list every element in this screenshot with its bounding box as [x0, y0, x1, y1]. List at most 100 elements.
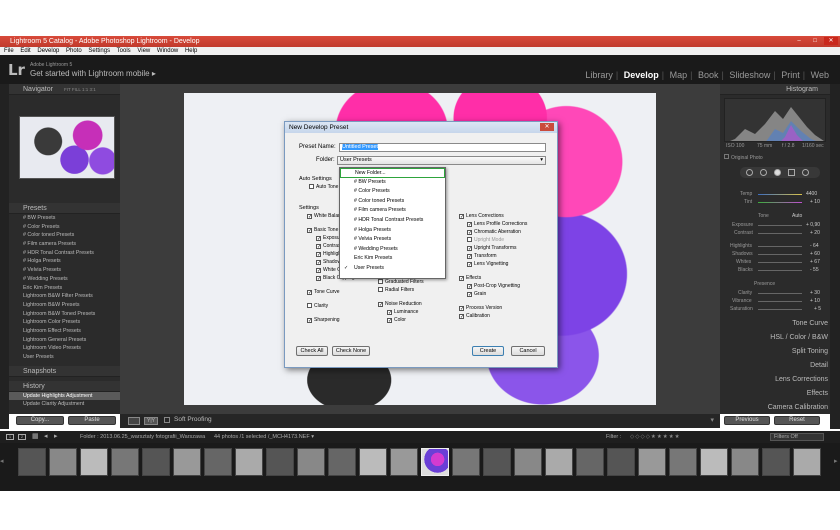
contrast-value[interactable]: + 20 — [810, 230, 820, 236]
highlights-value[interactable]: - 64 — [810, 243, 819, 249]
module-slideshow[interactable]: Slideshow — [729, 70, 770, 80]
upright-transforms-checkbox[interactable]: ✓ Upright Transforms — [467, 245, 517, 252]
filmstrip-thumbnail[interactable] — [49, 448, 77, 476]
histogram-header[interactable]: Histogram — [720, 84, 830, 95]
split-toning-section[interactable]: Split Toning — [792, 348, 828, 355]
loupe-view-icon[interactable] — [128, 417, 140, 425]
screen-2-icon[interactable]: 2 — [18, 434, 26, 440]
check-none-button[interactable]: Check None — [332, 346, 370, 356]
grain-checkbox[interactable]: ✓ Grain — [467, 291, 486, 298]
create-button[interactable]: Create — [472, 346, 504, 356]
dropdown-item[interactable]: # Film camera Presets — [340, 206, 445, 216]
filmstrip-thumbnail[interactable] — [111, 448, 139, 476]
filmstrip-thumbnail[interactable] — [297, 448, 325, 476]
menu-edit[interactable]: Edit — [20, 48, 30, 54]
post-crop-vignetting-checkbox[interactable]: ✓ Post-Crop Vignetting — [467, 283, 520, 290]
preset-item[interactable]: # Velvia Presets — [9, 266, 120, 275]
history-item[interactable]: Update Clarity Adjustment — [9, 400, 120, 409]
basic-tone-checkbox[interactable]: ✓ Basic Tone — [307, 227, 338, 234]
hsl-section[interactable]: HSL / Color / B&W — [770, 334, 828, 341]
lens-profile-checkbox[interactable]: ✓ Lens Profile Corrections — [467, 221, 527, 228]
filmstrip-thumbnail[interactable] — [793, 448, 821, 476]
blacks-value[interactable]: - 55 — [810, 267, 819, 273]
dropdown-item[interactable]: # Color toned Presets — [340, 197, 445, 207]
preset-item[interactable]: Lightroom B&W Presets — [9, 301, 120, 310]
preset-item[interactable]: Lightroom Video Presets — [9, 344, 120, 353]
shadows-value[interactable]: + 60 — [810, 251, 820, 257]
preset-item[interactable]: Lightroom Effect Presets — [9, 327, 120, 336]
preset-item[interactable]: Eric Kim Presets — [9, 284, 120, 293]
preset-item[interactable]: # Holga Presets — [9, 257, 120, 266]
filmstrip-thumbnail[interactable] — [266, 448, 294, 476]
upright-mode-checkbox[interactable]: Upright Mode — [467, 237, 504, 244]
graduated-filters-checkbox[interactable]: Graduated Filters — [378, 279, 424, 286]
preset-item[interactable]: User Presets — [9, 353, 120, 362]
soft-proofing-checkbox[interactable] — [164, 417, 170, 423]
reset-button[interactable]: Reset — [774, 416, 820, 425]
filmstrip-thumbnail[interactable] — [514, 448, 542, 476]
menu-view[interactable]: View — [137, 48, 150, 54]
graduated-filter-icon[interactable] — [788, 169, 795, 176]
dropdown-item[interactable]: # Holga Presets — [340, 226, 445, 236]
blacks-slider[interactable] — [758, 270, 802, 271]
preset-item[interactable]: Lightroom B&W Filter Presets — [9, 292, 120, 301]
module-book[interactable]: Book — [698, 70, 719, 80]
preset-item[interactable]: Lightroom General Presets — [9, 336, 120, 345]
copy-button[interactable]: Copy... — [16, 416, 64, 425]
chromatic-aberration-checkbox[interactable]: ✓ Chromatic Aberration — [467, 229, 521, 236]
forward-arrow-icon[interactable]: ▸ — [54, 431, 58, 443]
filmstrip-folder[interactable]: Folder : 2013.06.25_warsztaty fotografii… — [80, 431, 205, 443]
sharpening-checkbox[interactable]: ✓ Sharpening — [307, 317, 340, 324]
red-eye-icon[interactable] — [774, 169, 781, 176]
dropdown-item[interactable]: # Wedding Presets — [340, 245, 445, 255]
filmstrip-thumbnail[interactable] — [452, 448, 480, 476]
history-item[interactable]: Update Highlights Adjustment — [9, 391, 120, 401]
noise-reduction-checkbox[interactable]: ✓ Noise Reduction — [378, 301, 422, 308]
preset-item[interactable]: Lightroom Color Presets — [9, 318, 120, 327]
filmstrip-thumbnail[interactable] — [638, 448, 666, 476]
filmstrip-thumbnail[interactable] — [328, 448, 356, 476]
dropdown-item[interactable]: # HDR Tonal Contrast Presets — [340, 216, 445, 226]
filmstrip-thumbnail[interactable] — [359, 448, 387, 476]
filmstrip-thumbnail[interactable] — [576, 448, 604, 476]
exposure-slider[interactable] — [758, 225, 802, 226]
crop-tool-icon[interactable] — [746, 169, 753, 176]
navigator-zoom[interactable]: FIT FILL 1:1 3:1 — [64, 84, 96, 95]
presets-header[interactable]: Presets — [9, 203, 120, 214]
filmstrip-thumbnail-selected[interactable] — [421, 448, 449, 476]
filmstrip-thumbnail[interactable] — [762, 448, 790, 476]
module-map[interactable]: Map — [670, 70, 688, 80]
clarity-slider[interactable] — [758, 293, 802, 294]
tone-curve-section[interactable]: Tone Curve — [792, 320, 828, 327]
dropdown-new-folder[interactable]: New Folder... — [340, 168, 445, 178]
filmstrip-thumbnail[interactable] — [669, 448, 697, 476]
auto-tone-checkbox[interactable]: Auto Tone — [309, 184, 338, 191]
auto-tone-button[interactable]: Auto — [792, 213, 802, 219]
filmstrip-thumbnail[interactable] — [142, 448, 170, 476]
dropdown-item[interactable]: # BW Presets — [340, 178, 445, 188]
menu-file[interactable]: File — [4, 48, 14, 54]
preset-name-input[interactable]: Untitled Preset — [339, 143, 546, 152]
module-print[interactable]: Print — [781, 70, 800, 80]
dropdown-item[interactable]: # Velvia Presets — [340, 235, 445, 245]
histogram[interactable] — [724, 98, 826, 142]
camera-calibration-section[interactable]: Camera Calibration — [768, 404, 828, 411]
filmstrip-thumbnail[interactable] — [483, 448, 511, 476]
whites-value[interactable]: + 67 — [810, 259, 820, 265]
filmstrip-right-arrow[interactable]: ▸ — [834, 457, 838, 465]
before-after-icon[interactable]: Y|Y — [144, 417, 158, 425]
lens-corrections-section[interactable]: Lens Corrections — [775, 376, 828, 383]
radial-filter-icon[interactable] — [802, 169, 809, 176]
menu-tools[interactable]: Tools — [117, 48, 131, 54]
tint-slider[interactable] — [758, 202, 802, 203]
filmstrip-thumbnail[interactable] — [80, 448, 108, 476]
filmstrip-left-arrow[interactable]: ◂ — [0, 457, 4, 465]
module-web[interactable]: Web — [811, 70, 829, 80]
back-arrow-icon[interactable]: ◂ — [44, 431, 48, 443]
saturation-slider[interactable] — [758, 309, 802, 310]
toolbar-menu-icon[interactable]: ▾ — [710, 416, 714, 424]
preset-item[interactable]: # Color Presets — [9, 223, 120, 232]
clarity-value[interactable]: + 30 — [810, 290, 820, 296]
vibrance-value[interactable]: + 10 — [810, 298, 820, 304]
close-window-button[interactable]: ✕ — [824, 37, 838, 45]
